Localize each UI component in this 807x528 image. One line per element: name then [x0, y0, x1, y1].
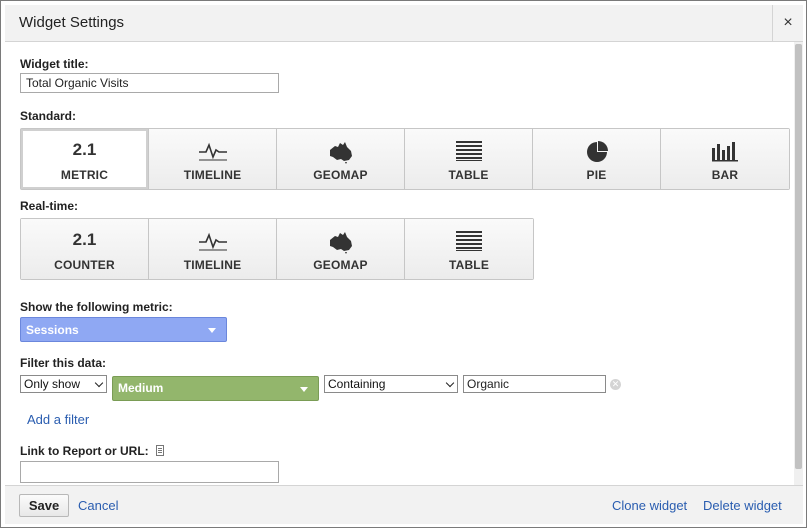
- realtime-counter-button[interactable]: 2.1 COUNTER: [21, 219, 149, 279]
- viz-button-label: GEOMAP: [313, 258, 368, 272]
- filter-mode-value: Only show: [24, 377, 81, 391]
- viz-button-label: PIE: [586, 168, 607, 182]
- standard-label: Standard:: [20, 109, 77, 123]
- filter-value-input[interactable]: Organic: [463, 375, 606, 393]
- viz-button-label: BAR: [711, 168, 739, 182]
- realtime-viz-buttons: 2.1 COUNTER TIMELINE GEOMAP TABLE: [20, 218, 534, 280]
- standard-pie-button[interactable]: PIE: [533, 129, 661, 189]
- filter-dimension-dropdown[interactable]: Medium: [112, 376, 319, 401]
- link-url-label: Link to Report or URL:: [20, 444, 149, 458]
- add-filter-link[interactable]: Add a filter: [27, 412, 89, 427]
- chevron-down-icon: [94, 378, 104, 388]
- standard-timeline-button[interactable]: TIMELINE: [149, 129, 277, 189]
- filter-operator-select[interactable]: Containing: [324, 375, 458, 393]
- viz-button-label: TIMELINE: [183, 168, 242, 182]
- cancel-link[interactable]: Cancel: [78, 498, 118, 513]
- realtime-label: Real-time:: [20, 199, 79, 213]
- widget-title-input[interactable]: Total Organic Visits: [20, 73, 279, 93]
- metric-dropdown[interactable]: Sessions: [20, 317, 227, 342]
- clear-icon[interactable]: ✕: [610, 379, 621, 390]
- viz-button-label: METRIC: [60, 168, 109, 182]
- timeline-icon: [149, 230, 276, 254]
- metric-number-icon: 2.1: [72, 140, 97, 159]
- link-url-input[interactable]: [20, 461, 279, 483]
- pie-chart-icon: [533, 140, 660, 164]
- dialog-title: Widget Settings: [19, 14, 125, 31]
- counter-number-icon: 2.1: [72, 230, 97, 249]
- metric-selected-value: Sessions: [26, 323, 79, 337]
- dialog-titlebar: Widget Settings ×: [5, 5, 803, 42]
- standard-bar-button[interactable]: BAR: [661, 129, 789, 189]
- filter-dimension-value: Medium: [118, 381, 164, 395]
- table-icon: [405, 140, 532, 164]
- scrollbar-thumb[interactable]: [795, 44, 802, 469]
- dialog-content: Widget title: Total Organic Visits Stand…: [5, 42, 794, 485]
- australia-map-icon: [277, 140, 404, 164]
- filter-mode-select[interactable]: Only show: [20, 375, 107, 393]
- dialog-footer: Save Cancel Clone widget Delete widget: [5, 485, 803, 524]
- timeline-icon: [149, 140, 276, 164]
- standard-table-button[interactable]: TABLE: [405, 129, 533, 189]
- close-icon[interactable]: ×: [772, 5, 803, 41]
- save-button[interactable]: Save: [19, 494, 69, 517]
- standard-geomap-button[interactable]: GEOMAP: [277, 129, 405, 189]
- realtime-table-button[interactable]: TABLE: [405, 219, 533, 279]
- viz-button-label: TABLE: [448, 258, 490, 272]
- widget-title-label: Widget title:: [20, 57, 89, 71]
- metric-label: Show the following metric:: [20, 300, 173, 314]
- realtime-timeline-button[interactable]: TIMELINE: [149, 219, 277, 279]
- realtime-geomap-button[interactable]: GEOMAP: [277, 219, 405, 279]
- chevron-down-icon: [445, 378, 455, 388]
- viz-button-label: TIMELINE: [183, 258, 242, 272]
- viz-button-label: GEOMAP: [313, 168, 368, 182]
- viz-button-label: TABLE: [448, 168, 489, 182]
- document-icon[interactable]: [156, 445, 164, 456]
- table-icon: [405, 230, 533, 254]
- australia-map-icon: [277, 230, 404, 254]
- filter-operator-value: Containing: [328, 377, 386, 391]
- standard-metric-button[interactable]: 2.1 METRIC: [21, 129, 149, 189]
- vertical-scrollbar[interactable]: [794, 42, 803, 485]
- clone-widget-link[interactable]: Clone widget: [612, 498, 687, 513]
- chevron-down-icon: [300, 387, 308, 392]
- bar-chart-icon: [661, 140, 789, 164]
- delete-widget-link[interactable]: Delete widget: [703, 498, 782, 513]
- filter-label: Filter this data:: [20, 356, 107, 370]
- standard-viz-buttons: 2.1 METRIC TIMELINE GEOMAP TABLE PIE BAR: [20, 128, 790, 190]
- viz-button-label: COUNTER: [54, 258, 115, 272]
- widget-settings-dialog: Widget Settings × Widget title: Total Or…: [0, 0, 807, 528]
- chevron-down-icon: [208, 328, 216, 333]
